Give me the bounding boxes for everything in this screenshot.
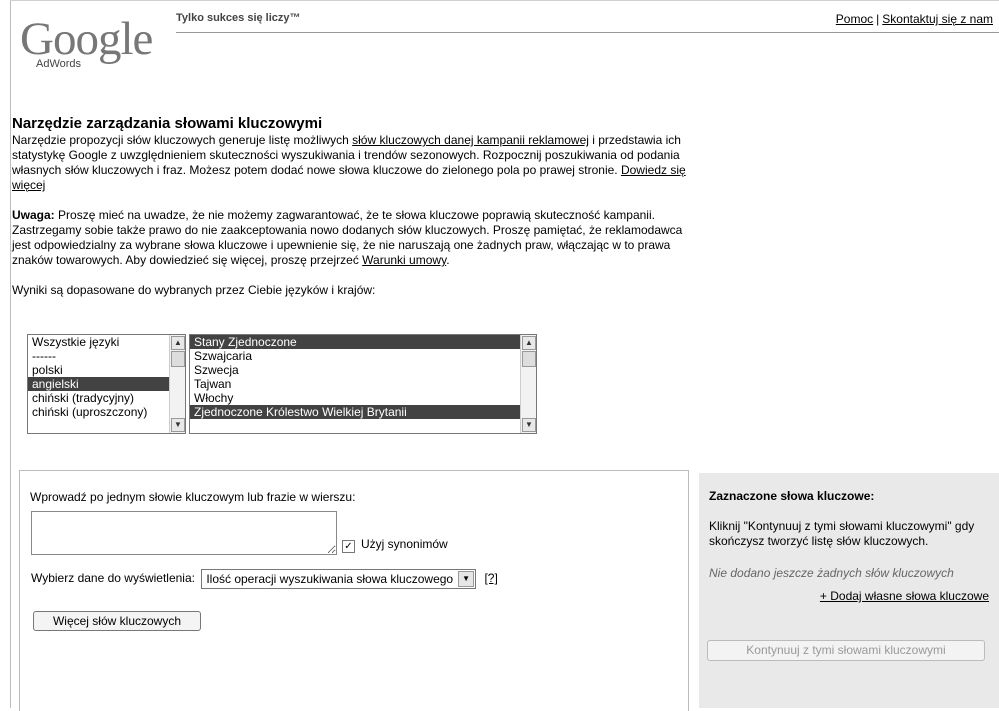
country-options: Stany Zjednoczone Szwajcaria Szwecja Tajwan… — [190, 335, 536, 419]
data-select-row: Wybierz dane do wyświetlenia: Ilość oper… — [31, 569, 498, 589]
warning-end: . — [446, 253, 450, 267]
language-scrollbar[interactable]: ▲ ▼ — [169, 335, 185, 433]
list-option[interactable]: Wszystkie języki — [28, 335, 185, 349]
list-option[interactable]: Włochy — [190, 391, 536, 405]
list-option[interactable]: angielski — [28, 377, 185, 391]
help-link-small[interactable]: [?] — [484, 571, 497, 585]
scroll-thumb[interactable] — [171, 351, 185, 367]
scroll-up-icon[interactable]: ▲ — [522, 336, 536, 350]
intro-text-a: Narzędzie propozycji słów kluczowych gen… — [12, 133, 353, 147]
more-keywords-button[interactable]: Więcej słów kluczowych — [33, 611, 201, 631]
top-links: Pomoc | Skontaktuj się z nam — [836, 12, 993, 26]
warning-label: Uwaga: — [12, 208, 55, 222]
scroll-down-icon[interactable]: ▼ — [171, 418, 185, 432]
data-select-value: Ilość operacji wyszukiwania słowa kluczo… — [206, 572, 454, 586]
help-link[interactable]: Pomoc — [836, 12, 873, 26]
google-adwords-logo[interactable]: Google AdWords — [20, 14, 170, 76]
add-own-keywords-link[interactable]: + Dodaj własne słowa kluczowe — [820, 589, 989, 603]
country-listbox[interactable]: Stany Zjednoczone Szwajcaria Szwecja Tajwan… — [189, 334, 537, 434]
list-option[interactable]: Szwajcaria — [190, 349, 536, 363]
chevron-down-icon[interactable]: ▼ — [458, 571, 475, 587]
scroll-down-icon[interactable]: ▼ — [522, 418, 536, 432]
data-select[interactable]: Ilość operacji wyszukiwania słowa kluczo… — [201, 569, 477, 589]
scroll-up-icon[interactable]: ▲ — [171, 336, 185, 350]
synonyms-option[interactable]: ✓ Użyj synonimów — [342, 537, 448, 553]
intro-section: Narzędzie zarządzania słowami kluczowymi… — [12, 116, 702, 298]
selected-keywords-title: Zaznaczone słowa kluczowe: — [709, 489, 875, 503]
page-title: Narzędzie zarządzania słowami kluczowymi — [12, 115, 323, 132]
keywords-input-label: Wprowadź po jednym słowie kluczowym lub … — [30, 490, 356, 504]
contact-link[interactable]: Skontaktuj się z nam — [882, 12, 993, 26]
synonyms-label: Użyj synonimów — [361, 537, 448, 551]
tagline: Tylko sukces się liczy™ — [176, 12, 301, 24]
warning-text: Proszę mieć na uwadze, że nie możemy zag… — [12, 208, 683, 267]
scroll-thumb[interactable] — [522, 351, 536, 367]
country-scrollbar[interactable]: ▲ ▼ — [520, 335, 536, 433]
match-text: Wyniki są dopasowane do wybranych przez … — [12, 283, 376, 297]
list-option[interactable]: ------ — [28, 349, 185, 363]
header-divider — [176, 32, 999, 33]
page-top-border — [10, 0, 999, 1]
list-option[interactable]: Szwecja — [190, 363, 536, 377]
logo-subtitle: AdWords — [34, 58, 84, 70]
page-left-border — [10, 0, 11, 708]
campaign-keywords-link[interactable]: słów kluczowych danej kampanii reklamowe… — [352, 133, 589, 147]
selected-keywords-description: Kliknij "Kontynuuj z tymi słowami kluczo… — [709, 519, 975, 548]
warning-paragraph: Uwaga: Proszę mieć na uwadze, że nie moż… — [12, 208, 702, 268]
keywords-input[interactable] — [31, 511, 337, 555]
logo-wordmark: Google — [20, 13, 153, 65]
no-keywords-text: Nie dodano jeszcze żadnych słów kluczowy… — [709, 566, 954, 580]
list-option[interactable]: chiński (tradycyjny) — [28, 391, 185, 405]
keyword-form-panel: Wprowadź po jednym słowie kluczowym lub … — [19, 470, 689, 711]
continue-button[interactable]: Kontynuuj z tymi słowami kluczowymi — [707, 640, 985, 661]
selected-keywords-panel: Zaznaczone słowa kluczowe: Kliknij "Kont… — [699, 473, 999, 708]
intro-paragraph: Narzędzie propozycji słów kluczowych gen… — [12, 133, 702, 193]
list-option[interactable]: Stany Zjednoczone — [190, 335, 536, 349]
top-links-separator: | — [876, 12, 880, 26]
list-option[interactable]: chiński (uproszczony) — [28, 405, 185, 419]
terms-link[interactable]: Warunki umowy — [362, 253, 446, 267]
synonyms-checkbox[interactable]: ✓ — [342, 540, 355, 553]
list-option[interactable]: Tajwan — [190, 377, 536, 391]
list-option[interactable]: polski — [28, 363, 185, 377]
language-options: Wszystkie języki ------ polski angielski chi… — [28, 335, 185, 419]
language-listbox[interactable]: Wszystkie języki ------ polski angielski chi… — [27, 334, 186, 434]
list-option[interactable]: Zjednoczone Królestwo Wielkiej Brytanii — [190, 405, 536, 419]
data-select-label: Wybierz dane do wyświetlenia: — [31, 571, 195, 586]
